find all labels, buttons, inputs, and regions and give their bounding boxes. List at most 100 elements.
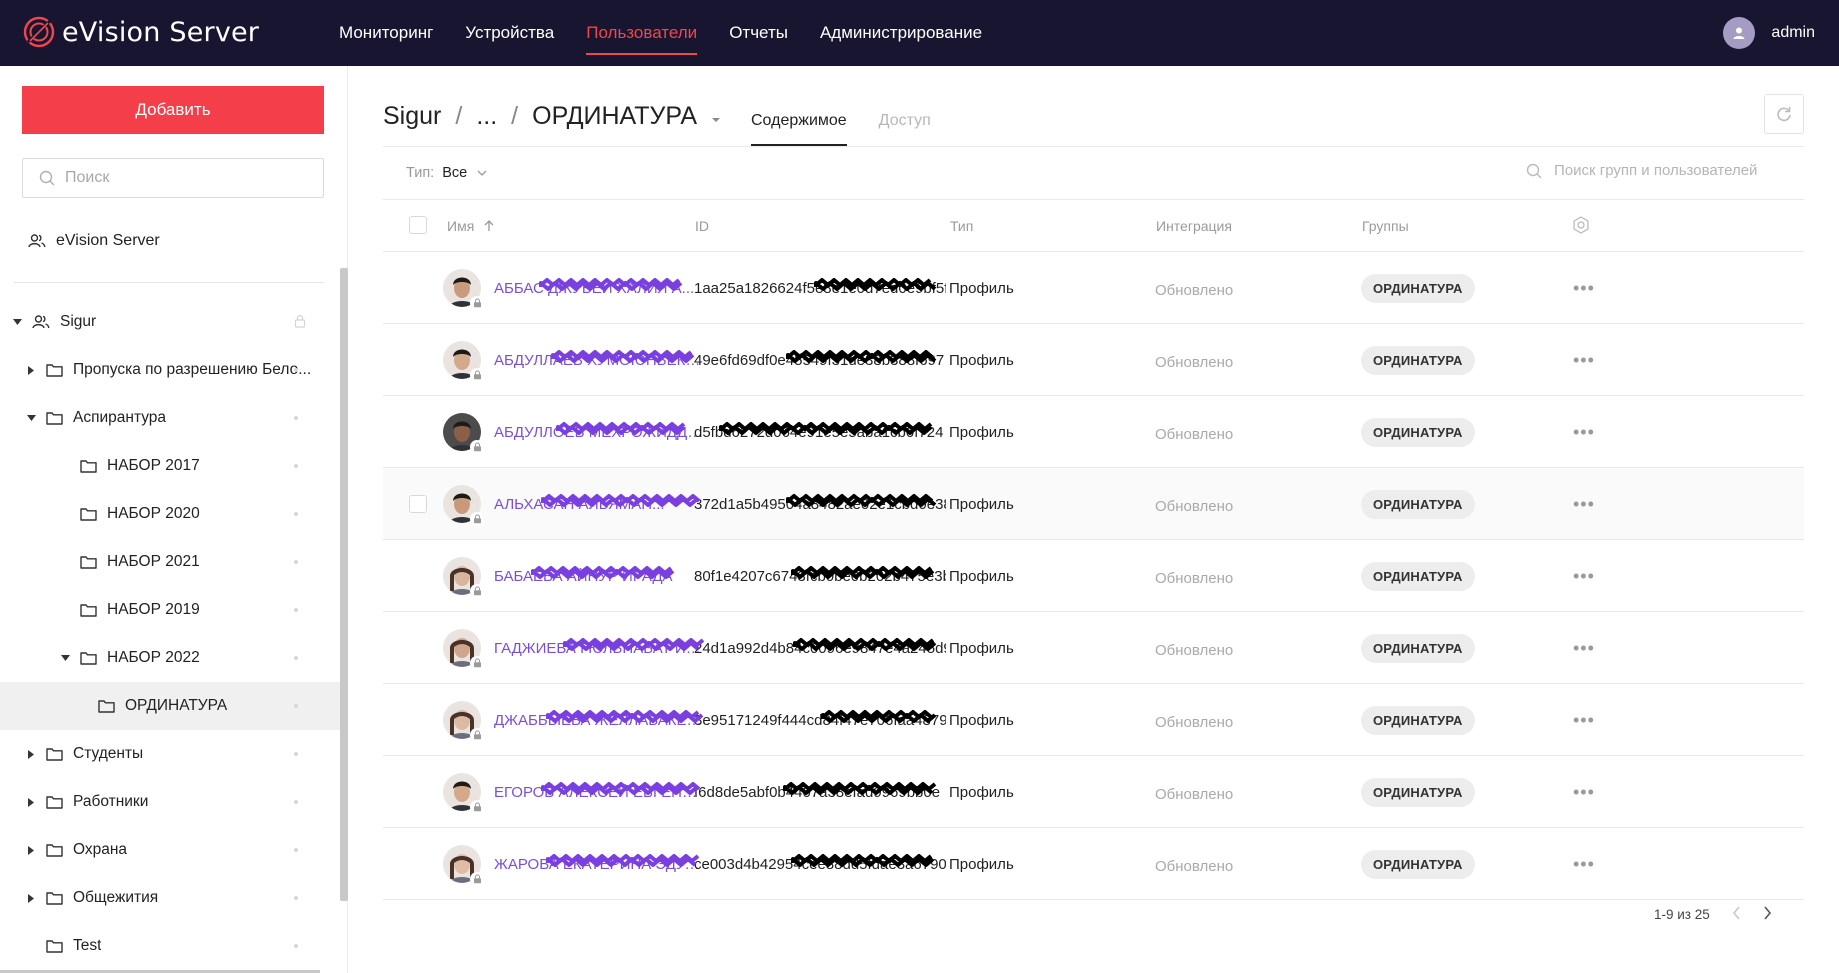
breadcrumb-ellipsis[interactable]: ... [476,102,497,131]
status-dot [294,944,298,948]
user-avatar [443,684,484,756]
user-name-link[interactable]: БАБАЕВА АЙНУР ИРАДА [494,568,704,585]
table-row[interactable]: ЕГОРОВ АЛЕКСЕЙ ЕВГЕНЬЕВ... f6d8de5abf0b44… [383,756,1804,828]
user-name-link[interactable]: АЛЬХАСАН АЛЬЯМАН... [494,496,704,513]
table-row[interactable]: АЛЬХАСАН АЛЬЯМАН... 372d1a5b49504a8482ae0… [383,468,1804,540]
group-chip[interactable]: ОРДИНАТУРА [1361,849,1475,879]
tree-item[interactable]: Test [0,922,340,970]
table-row[interactable]: АБДУЛЛОЕВ МЕХРОЖИДДИН... d5fbd6272d064e91… [383,396,1804,468]
status-dot [294,704,298,708]
expand-toggle[interactable] [26,797,36,807]
column-settings-button[interactable] [1572,216,1590,237]
nav-monitoring[interactable]: Мониторинг [339,0,433,66]
more-options-button[interactable]: ••• [1573,638,1595,659]
user-id: 372d1a5b49504a8482ae02e1cbd0e38e [694,495,946,513]
expand-toggle[interactable] [26,893,36,903]
tree-item[interactable]: Работники [0,778,340,826]
tree-item[interactable]: Sigur [0,298,340,346]
group-chip[interactable]: ОРДИНАТУРА [1361,417,1475,447]
nav-administration[interactable]: Администрирование [820,0,982,66]
user-name-link[interactable]: ДЖАББЫЕВА ЖЕЛЛАБАКЕРН... [494,712,704,729]
expand-toggle[interactable] [60,653,70,663]
tree-item[interactable]: Аспирантура [0,394,340,442]
type-filter[interactable]: Тип: Все [406,165,487,181]
tree-item[interactable]: Пропуска по разрешению Бело... [0,346,340,394]
tree-item[interactable]: НАБОР 2020 [0,490,340,538]
user-menu[interactable]: admin [1723,17,1815,49]
user-name-link[interactable]: ЕГОРОВ АЛЕКСЕЙ ЕВГЕНЬЕВ... [494,784,704,801]
group-chip[interactable]: ОРДИНАТУРА [1361,345,1475,375]
tree-item-label: НАБОР 2019 [107,601,200,618]
breadcrumb-dropdown[interactable] [711,102,721,131]
refresh-button[interactable] [1764,94,1804,134]
main-search-input[interactable] [1554,162,1774,179]
table-row[interactable]: АББАС ДЖУБЕЙ ХАЛИЛ А... 1aa25a1826624f5e8… [383,252,1804,324]
user-name-link[interactable]: ГАДЖИЕВА ГЮЛЬНАБАТ ИЛ... [494,640,704,657]
expand-toggle[interactable] [26,365,36,375]
table-row[interactable]: ГАДЖИЕВА ГЮЛЬНАБАТ ИЛ... 24d1a992d4b84c00… [383,612,1804,684]
table-row[interactable]: ЖАРОВА ЕКАТЕРИНА ЭДУА... ce003d4b42954cee… [383,828,1804,900]
group-chip[interactable]: ОРДИНАТУРА [1361,777,1475,807]
status-dot [294,608,298,612]
tree-item[interactable]: ОРДИНАТУРА [0,682,340,730]
more-options-button[interactable]: ••• [1573,422,1595,443]
more-options-button[interactable]: ••• [1573,854,1595,875]
user-name-link[interactable]: ЖАРОВА ЕКАТЕРИНА ЭДУА... [494,856,704,873]
row-checkbox[interactable] [409,468,427,540]
expand-toggle[interactable] [26,845,36,855]
breadcrumb-root[interactable]: Sigur [383,102,441,131]
evision-logo-icon [23,16,55,48]
table-row[interactable]: ДЖАББЫЕВА ЖЕЛЛАБАКЕРН... 3e95171249f444cd… [383,684,1804,756]
tab-access[interactable]: Доступ [879,112,931,146]
group-chip[interactable]: ОРДИНАТУРА [1361,561,1475,591]
tree-item-label: Аспирантура [73,409,167,426]
main-search[interactable] [1526,162,1774,179]
add-button[interactable]: Добавить [22,86,324,134]
more-options-button[interactable]: ••• [1573,566,1595,587]
more-options-button[interactable]: ••• [1573,278,1595,299]
sidebar-search-input[interactable] [65,169,305,187]
more-options-button[interactable]: ••• [1573,350,1595,371]
more-options-button[interactable]: ••• [1573,782,1595,803]
folder-icon [98,700,115,713]
column-name[interactable]: Имя [447,218,494,234]
nav-users[interactable]: Пользователи [586,0,697,66]
group-chip[interactable]: ОРДИНАТУРА [1361,273,1475,303]
user-name-link[interactable]: АБДУЛЛОЕВ МЕХРОЖИДДИН... [494,424,704,441]
next-page-button[interactable] [1763,906,1772,923]
expand-toggle[interactable] [26,413,36,423]
sidebar-search[interactable] [22,158,324,198]
user-name-link[interactable]: АББАС ДЖУБЕЙ ХАЛИЛ А... [494,280,704,297]
more-options-button[interactable]: ••• [1573,710,1595,731]
tree-item[interactable]: Охрана [0,826,340,874]
expand-toggle[interactable] [12,317,22,327]
tree-item[interactable]: НАБОР 2019 [0,586,340,634]
group-chip[interactable]: ОРДИНАТУРА [1361,489,1475,519]
pagination-info: 1-9 из 25 [1654,907,1710,922]
table-row[interactable]: АБДУЛЛАЕВ ХУМОЮНБЕК РАХ...49e6fd69df0e45… [383,324,1804,396]
prev-page-button[interactable] [1732,906,1741,923]
expand-toggle[interactable] [26,749,36,759]
sidebar-scrollbar[interactable] [340,268,348,901]
tree-item-label: Пропуска по разрешению Бело... [73,361,312,378]
user-avatar [443,540,484,612]
tab-content[interactable]: Содержимое [751,112,847,146]
tree-item[interactable]: Студенты [0,730,340,778]
tree-item[interactable]: НАБОР 2017 [0,442,340,490]
table-row[interactable]: БАБАЕВА АЙНУР ИРАДА 80f1e4207c6743fcb0be0… [383,540,1804,612]
group-chip[interactable]: ОРДИНАТУРА [1361,705,1475,735]
nav-reports[interactable]: Отчеты [729,0,788,66]
brand-logo[interactable]: eVision Server [22,14,259,50]
tree-item[interactable]: НАБОР 2021 [0,538,340,586]
integration-status: Обновлено [1155,281,1234,299]
select-all-checkbox[interactable] [409,216,427,237]
nav-devices[interactable]: Устройства [465,0,554,66]
tree-root-evision-server[interactable]: eVision Server [28,232,160,250]
caret-right-icon [28,749,34,759]
user-name-link[interactable]: АБДУЛЛАЕВ ХУМОЮНБЕК РАХ... [494,352,704,369]
group-chip[interactable]: ОРДИНАТУРА [1361,633,1475,663]
more-options-button[interactable]: ••• [1573,494,1595,515]
tree-item[interactable]: НАБОР 2022 [0,634,340,682]
user-avatar[interactable] [1723,17,1756,49]
tree-item[interactable]: Общежития [0,874,340,922]
